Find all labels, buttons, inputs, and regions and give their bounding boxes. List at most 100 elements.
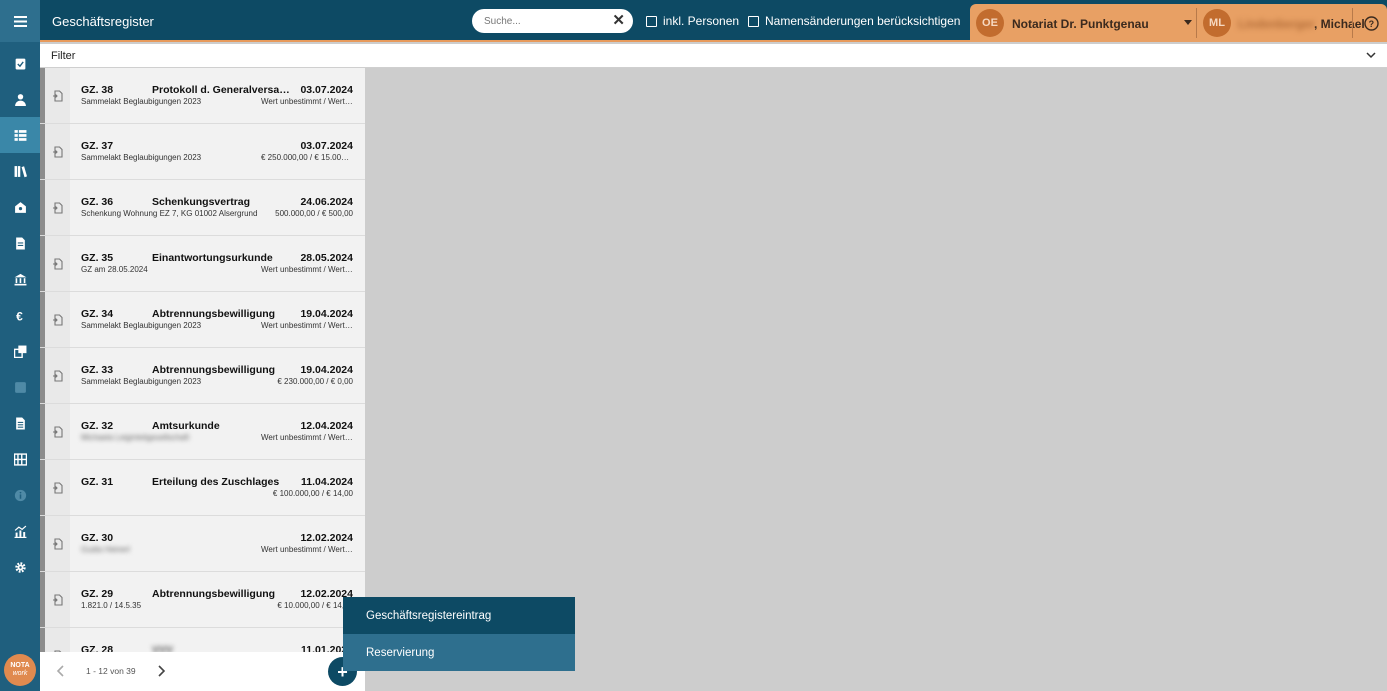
list-item[interactable]: GZ. 38 Protokoll d. Generalversammlung 03.… [40,68,365,124]
list-item[interactable]: GZ. 35 Einantwortungsurkunde 28.05.2024 GZ … [40,236,365,292]
row-icon-cell[interactable] [45,180,70,235]
name-changes-checkbox[interactable]: Namensänderungen berücksichtigen [748,14,960,28]
left-nav-rail: € NOTA work [0,0,40,691]
entry-date: 24.06.2024 [300,196,353,208]
nav-library[interactable] [0,153,40,189]
divider [1196,8,1197,38]
search-box[interactable]: ✕ [472,9,633,33]
list-item[interactable]: GZ. 37 03.07.2024 Sammelakt Beglaubigungen… [40,124,365,180]
office-avatar[interactable]: OE [976,9,1004,37]
nav-persons[interactable] [0,81,40,117]
entry-title: Abtrennungsbewilligung [152,364,276,376]
list-item[interactable]: GZ. 31 Erteilung des Zuschlages 11.04.2024… [40,460,365,516]
hamburger-icon [13,15,27,27]
chevron-right-icon[interactable] [154,663,168,679]
table-list-icon [14,129,26,141]
svg-text:€: € [16,309,23,322]
entry-subtitle: GZ am 28.05.2024 [81,265,148,274]
nav-files[interactable] [0,405,40,441]
nav-business-register[interactable] [0,117,40,153]
nav-bank[interactable] [0,261,40,297]
chevron-down-icon[interactable] [1365,49,1377,61]
nav-statistics[interactable] [0,513,40,549]
menu-item-register-entry[interactable]: Geschäftsregistereintrag [343,597,575,634]
nav-info[interactable] [0,477,40,513]
entry-value: Wert unbestimmt / Wert unbestimmt [261,433,353,442]
entry-value: € 230.000,00 / € 0,00 [277,377,353,386]
row-icon-cell[interactable] [45,460,70,515]
row-icon-cell[interactable] [45,236,70,291]
row-icon-cell[interactable] [45,348,70,403]
chevron-left-icon[interactable] [54,663,68,679]
menu-item-reservation[interactable]: Reservierung [343,634,575,671]
entry-title: Protokoll d. Generalversammlung [152,84,294,96]
row-icon-cell[interactable] [45,572,70,627]
help-button[interactable]: ? [1362,14,1380,32]
user-name[interactable]: Lindenberger, Michael [1238,17,1365,31]
list-item[interactable]: GZ. 33 Abtrennungsbewilligung 19.04.2024 Sa… [40,348,365,404]
entry-date: 28.05.2024 [300,252,353,264]
chevron-down-icon[interactable] [1184,20,1192,25]
user-firstname: , Michael [1314,17,1365,31]
filter-bar[interactable]: Filter [40,44,1387,68]
entry-value: Wert unbestimmt / Wert unbestimmt [261,97,353,106]
checkbox-square[interactable] [646,15,657,27]
entry-number: GZ. 38 [81,84,114,96]
nav-finance[interactable]: € [0,297,40,333]
document-link-icon [52,201,63,214]
row-icon-cell[interactable] [45,68,70,123]
list-item[interactable]: GZ. 32 Amtsurkunde 12.04.2024 Michaela Leig… [40,404,365,460]
document-link-icon [52,593,63,606]
entry-title: VVV [152,644,174,652]
nav-archive[interactable] [0,333,40,369]
notawork-logo[interactable]: NOTA work [4,654,36,686]
register-list: GZ. 38 Protokoll d. Generalversammlung 03.… [40,68,365,652]
row-icon-cell[interactable] [45,516,70,571]
gear-icon [14,561,26,573]
clear-search-icon[interactable]: ✕ [612,12,625,30]
entry-number: GZ. 31 [81,476,114,488]
svg-text:?: ? [1368,19,1374,29]
logo-line1: NOTA [10,662,30,669]
divider [1352,8,1353,38]
row-icon-cell[interactable] [45,124,70,179]
entry-title: Abtrennungsbewilligung [152,588,276,600]
books-icon [14,165,27,177]
office-name[interactable]: Notariat Dr. Punktgenau [1012,17,1149,31]
entry-number: GZ. 28 [81,644,114,652]
entry-title: Amtsurkunde [152,420,220,432]
nav-disabled-item[interactable] [0,369,40,405]
row-icon-cell[interactable] [45,628,70,652]
file-text-icon [15,417,25,429]
nav-documents[interactable] [0,225,40,261]
account-area: OE Notariat Dr. Punktgenau ML Lindenberg… [970,4,1387,42]
search-input[interactable] [484,13,604,29]
stacked-boxes-icon [13,345,26,358]
list-item[interactable]: GZ. 30 12.02.2024 Gudia Heinerl Wert unbest… [40,516,365,572]
list-item[interactable]: GZ. 28 VVV 11.01.2024 [40,628,365,652]
row-icon-cell[interactable] [45,404,70,459]
nav-tasks[interactable] [0,45,40,81]
checkbox-square[interactable] [748,15,759,27]
nav-settings[interactable] [0,549,40,585]
entry-value: Wert unbestimmt / Wert unbestimmt [261,265,353,274]
entry-subtitle: 1.821.0 / 14.5.35 [81,601,142,610]
menu-toggle-button[interactable] [0,0,40,42]
list-item[interactable]: GZ. 29 Abtrennungsbewilligung 12.02.2024 1.… [40,572,365,628]
list-item[interactable]: GZ. 34 Abtrennungsbewilligung 19.04.2024 Sa… [40,292,365,348]
entry-value: Wert unbestimmt / Wert unbestimmt [261,545,353,554]
logo-line2: work [12,670,28,677]
user-avatar[interactable]: ML [1203,9,1231,37]
row-icon-cell[interactable] [45,292,70,347]
entry-title: Abtrennungsbewilligung [152,308,276,320]
ledger-icon [13,452,27,466]
entry-number: GZ. 36 [81,196,114,208]
entry-number: GZ. 34 [81,308,114,320]
entry-number: GZ. 32 [81,420,114,432]
list-item[interactable]: GZ. 36 Schenkungsvertrag 24.06.2024 Schenku… [40,180,365,236]
include-persons-checkbox[interactable]: inkl. Personen [646,14,739,28]
nav-ledger[interactable] [0,441,40,477]
entry-subtitle: Sammelakt Beglaubigungen 2023 [81,97,202,106]
nav-vault[interactable] [0,189,40,225]
filter-label: Filter [51,50,76,62]
